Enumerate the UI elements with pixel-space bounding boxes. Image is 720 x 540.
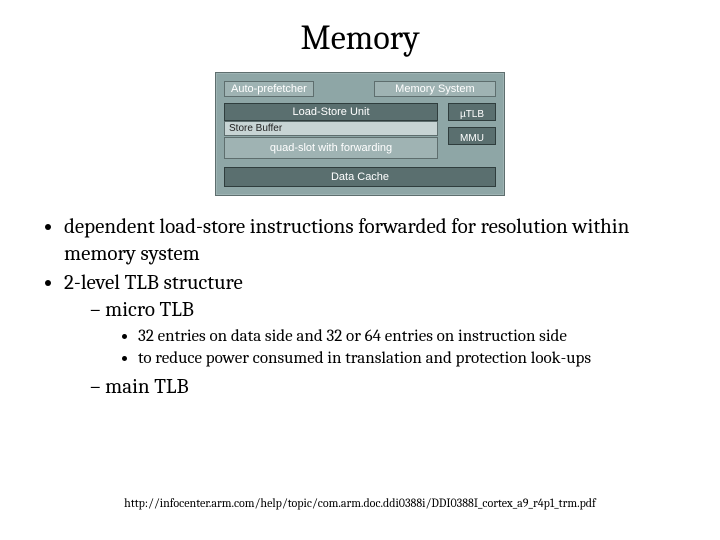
auto-prefetcher-block: Auto-prefetcher — [224, 81, 314, 97]
diagram-side-column: µTLB MMU — [448, 103, 496, 159]
memory-system-block: Memory System — [374, 81, 496, 97]
memory-system-diagram: Auto-prefetcher Memory System Load-Store… — [215, 72, 505, 196]
load-store-unit-block: Load-Store Unit Store Buffer quad-slot w… — [224, 103, 438, 159]
quad-slot-block: quad-slot with forwarding — [224, 137, 438, 159]
data-cache-block: Data Cache — [224, 167, 496, 187]
footer-url: http://infocenter.arm.com/help/topic/com… — [0, 496, 720, 510]
bullet-text: 2-level TLB structure — [64, 271, 243, 295]
utlb-block: µTLB — [448, 103, 496, 121]
page-title: Memory — [20, 18, 700, 58]
sub-bullet-list: micro TLB 32 entries on data side and 32… — [64, 297, 700, 402]
slide: Memory Auto-prefetcher Memory System Loa… — [0, 0, 720, 540]
sub-bullet-item: micro TLB 32 entries on data side and 32… — [90, 297, 700, 371]
sub-sub-bullet-list: 32 entries on data side and 32 or 64 ent… — [90, 326, 700, 371]
sub-sub-bullet-item: 32 entries on data side and 32 or 64 ent… — [138, 326, 700, 348]
diagram-main-row: Load-Store Unit Store Buffer quad-slot w… — [224, 103, 496, 159]
sub-bullet-text: main TLB — [105, 375, 188, 399]
sub-bullet-item: main TLB — [90, 374, 700, 401]
diagram-cache-row: Data Cache — [224, 167, 496, 187]
mmu-block: MMU — [448, 127, 496, 145]
bullet-list: dependent load-store instructions forwar… — [20, 214, 700, 401]
load-store-unit-label: Load-Store Unit — [224, 103, 438, 121]
bullet-item: dependent load-store instructions forwar… — [64, 214, 700, 268]
sub-bullet-text: micro TLB — [105, 298, 194, 322]
bullet-item: 2-level TLB structure micro TLB 32 entri… — [64, 270, 700, 402]
diagram-container: Auto-prefetcher Memory System Load-Store… — [20, 72, 700, 196]
sub-sub-bullet-item: to reduce power consumed in translation … — [138, 348, 700, 370]
store-buffer-block: Store Buffer — [224, 121, 438, 136]
diagram-header-row: Auto-prefetcher Memory System — [224, 81, 496, 97]
